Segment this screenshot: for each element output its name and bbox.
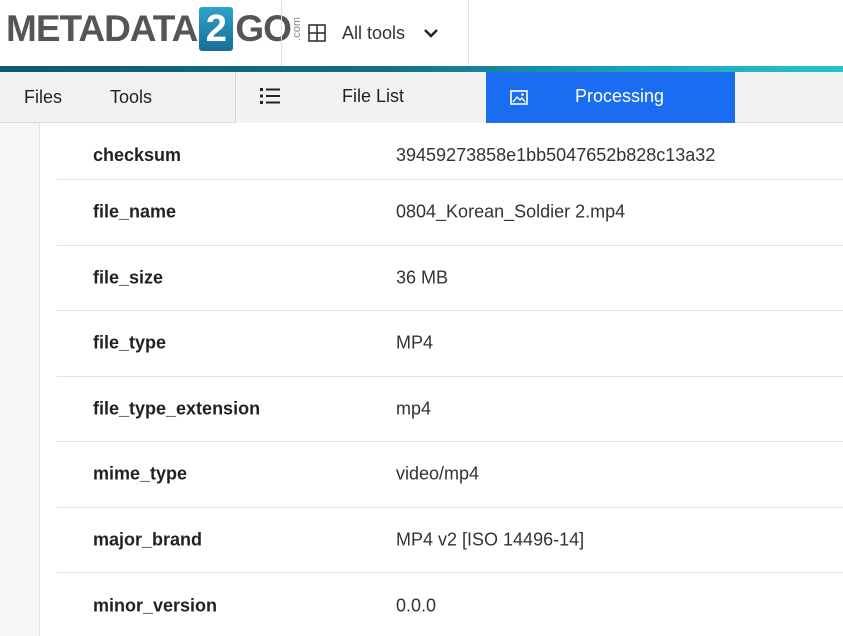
metadata-key: file_type <box>93 332 167 353</box>
metadata-key: major_brand <box>93 529 203 550</box>
table-row: checksum 39459273858e1bb5047652b828c13a3… <box>57 123 843 180</box>
metadata-key: checksum <box>93 145 182 165</box>
tab-file-list-label: File List <box>342 86 405 106</box>
metadata-value: 0804_Korean_Soldier 2.mp4 <box>396 201 626 222</box>
table-row: major_brand MP4 v2 [ISO 14496-14] <box>57 508 843 573</box>
table-row: file_type_extension mp4 <box>57 377 843 442</box>
metadata2go-logo[interactable]: METADATA 2 GO .com <box>6 6 303 52</box>
metadata-value: 39459273858e1bb5047652b828c13a32 <box>396 145 716 165</box>
tab-processing-label: Processing <box>575 86 665 106</box>
metadata-value: 0.0.0 <box>396 595 437 616</box>
metadata-key: minor_version <box>93 595 218 616</box>
logo-text-metadata: METADATA <box>6 8 198 49</box>
table-row: minor_version 0.0.0 <box>57 573 843 636</box>
table-row: file_name 0804_Korean_Soldier 2.mp4 <box>57 180 843 246</box>
table-row: mime_type video/mp4 <box>57 442 843 508</box>
header-divider <box>468 0 469 66</box>
metadata-value: mp4 <box>396 398 432 419</box>
table-row: file_size 36 MB <box>57 246 843 311</box>
metadata-value: MP4 v2 [ISO 14496-14] <box>396 529 585 550</box>
nav-tools[interactable]: Tools <box>110 72 152 123</box>
metadata-key: file_name <box>93 201 177 222</box>
metadata-table: checksum 39459273858e1bb5047652b828c13a3… <box>57 123 843 636</box>
list-icon <box>260 88 280 109</box>
left-gutter <box>0 123 40 636</box>
table-row: file_type MP4 <box>57 311 843 377</box>
tab-file-list[interactable]: File List <box>236 72 486 123</box>
chevron-down-icon <box>423 27 439 39</box>
nav-bar: Files Tools File List Processing <box>0 72 843 123</box>
metadata-value: video/mp4 <box>396 463 480 484</box>
image-icon <box>510 89 528 110</box>
metadata-key: file_size <box>93 267 164 288</box>
all-tools-label: All tools <box>342 22 406 43</box>
app-header: METADATA 2 GO .com All tools <box>0 0 843 66</box>
logo-badge-2: 2 <box>199 7 234 51</box>
all-tools-dropdown[interactable]: All tools <box>282 0 468 66</box>
tab-processing[interactable]: Processing <box>486 72 735 123</box>
metadata-value: 36 MB <box>396 267 449 288</box>
grid-icon <box>308 24 326 42</box>
metadata-value: MP4 <box>396 332 434 353</box>
metadata-key: file_type_extension <box>93 398 261 419</box>
metadata-key: mime_type <box>93 463 188 484</box>
nav-files[interactable]: Files <box>24 72 62 123</box>
